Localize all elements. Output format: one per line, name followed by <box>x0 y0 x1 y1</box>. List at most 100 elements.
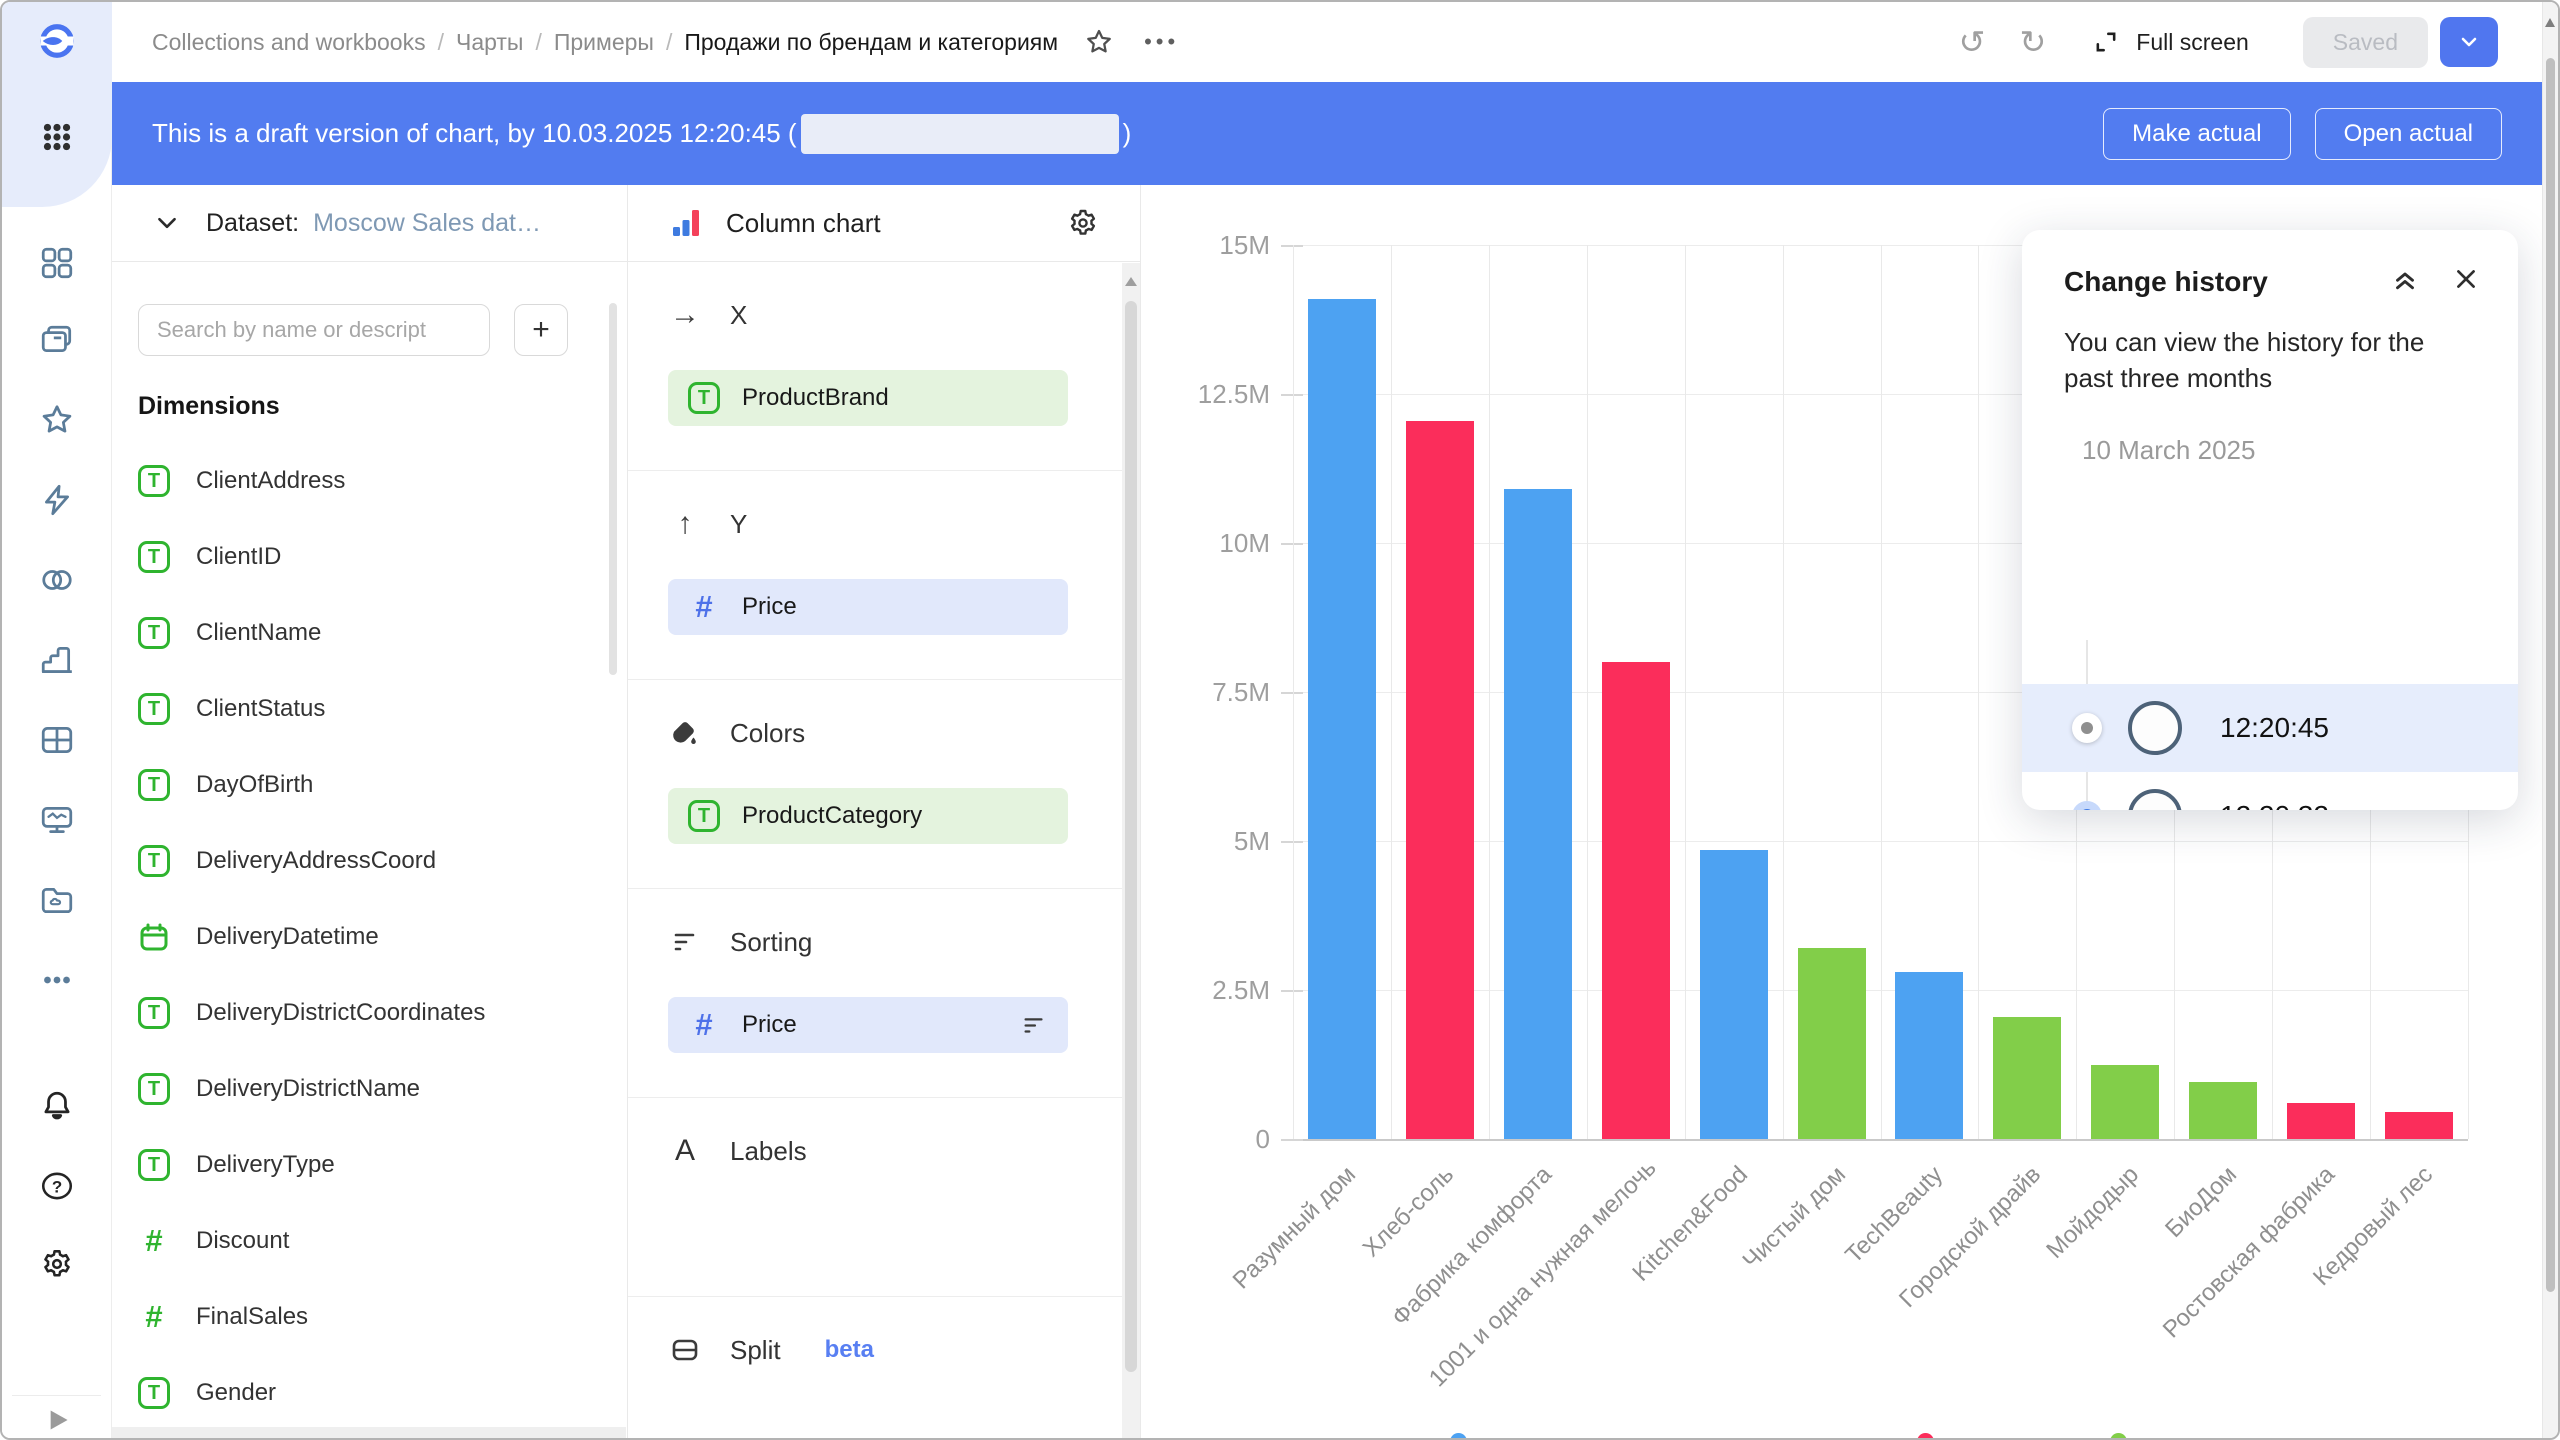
sort-direction-icon[interactable] <box>1020 1011 1048 1039</box>
bar[interactable] <box>1798 948 1866 1139</box>
redo-icon[interactable]: ↻ <box>2019 26 2046 58</box>
open-actual-button[interactable]: Open actual <box>2315 108 2502 160</box>
chart-type-label[interactable]: Column chart <box>726 208 881 239</box>
storage-icon[interactable] <box>38 881 76 919</box>
column-chart-icon <box>668 205 704 241</box>
field-name: DeliveryDatetime <box>196 923 379 951</box>
help-icon[interactable]: ? <box>38 1167 76 1205</box>
config-panel-scrollbar[interactable] <box>1122 263 1140 1438</box>
timeline-dot-selected <box>2072 801 2102 810</box>
bar[interactable] <box>2091 1065 2159 1140</box>
dataset-field-item[interactable]: TDeliveryType <box>112 1127 627 1203</box>
tables-icon[interactable] <box>38 721 76 759</box>
more-icon[interactable] <box>38 961 76 999</box>
dataset-field-item[interactable]: TClientStatus <box>112 671 627 747</box>
add-field-button[interactable]: + <box>514 304 568 356</box>
field-name: ClientID <box>196 543 281 571</box>
expand-rail-icon[interactable] <box>38 1401 76 1439</box>
save-button[interactable]: Saved <box>2303 17 2428 68</box>
x-axis-arrow-icon: → <box>668 298 702 332</box>
scroll-thumb[interactable] <box>2546 58 2555 1292</box>
chevron-down-icon <box>2457 30 2481 54</box>
make-actual-button[interactable]: Make actual <box>2103 108 2290 160</box>
bar[interactable] <box>1406 421 1474 1139</box>
history-item[interactable]: 12:20:32 <box>2022 772 2518 810</box>
scroll-up-arrow[interactable] <box>1125 277 1137 286</box>
bar[interactable] <box>1602 662 1670 1139</box>
scroll-thumb[interactable] <box>1125 301 1137 1372</box>
bar[interactable] <box>1308 299 1376 1139</box>
popup-title: Change history <box>2064 266 2268 298</box>
field-name: DeliveryDistrictCoordinates <box>196 999 485 1027</box>
settings-icon[interactable] <box>38 1245 76 1283</box>
relations-icon[interactable] <box>38 561 76 599</box>
y-axis-tick-mark <box>1281 1139 1303 1141</box>
field-search-input[interactable] <box>138 304 490 356</box>
monitoring-icon[interactable] <box>38 801 76 839</box>
dataset-field-item[interactable]: #FinalSales <box>112 1279 627 1355</box>
page-scrollbar[interactable] <box>2542 2 2558 1438</box>
x-field-chip[interactable]: T ProductBrand <box>668 370 1068 426</box>
colors-field-chip[interactable]: T ProductCategory <box>668 788 1068 844</box>
bar[interactable] <box>1504 489 1572 1139</box>
legend-dot[interactable] <box>1450 1433 1467 1438</box>
legend-dot[interactable] <box>1917 1433 1934 1438</box>
y-section-label: Y <box>730 509 747 540</box>
notifications-icon[interactable] <box>38 1087 76 1125</box>
save-dropdown-button[interactable] <box>2440 17 2498 67</box>
collapse-icon[interactable] <box>2390 264 2420 299</box>
dataset-field-item[interactable]: TClientAddress <box>112 443 627 519</box>
breadcrumb-item[interactable]: Примеры <box>554 29 654 56</box>
favorites-icon[interactable] <box>38 401 76 439</box>
bar[interactable] <box>1993 1017 2061 1139</box>
draft-banner-text: This is a draft version of chart, by 10.… <box>152 114 1131 154</box>
legend-dot[interactable] <box>2110 1433 2127 1438</box>
y-field-chip[interactable]: # Price <box>668 579 1068 635</box>
history-time: 12:20:45 <box>2220 712 2329 744</box>
dataset-field-item[interactable]: DeliveryDatetime <box>112 899 627 975</box>
bar[interactable] <box>2189 1082 2257 1139</box>
collections-icon[interactable] <box>38 321 76 359</box>
string-field-icon: T <box>138 1377 170 1409</box>
dataset-header[interactable]: Dataset: Moscow Sales dat… <box>112 185 627 262</box>
bar[interactable] <box>2287 1103 2355 1139</box>
breadcrumb-item[interactable]: Чарты <box>456 29 523 56</box>
dataset-field-item[interactable]: #Discount <box>112 1203 627 1279</box>
bar[interactable] <box>1895 972 1963 1139</box>
x-section: →X T ProductBrand <box>628 262 1140 426</box>
dashboards-icon[interactable] <box>38 244 76 282</box>
chart-config-panel: Column chart →X T ProductBrand ↑Y # Pric… <box>628 185 1141 1438</box>
dataset-panel-hscrollbar[interactable] <box>112 1427 626 1438</box>
dataset-panel-scrollbar[interactable] <box>609 303 617 675</box>
bar[interactable] <box>2385 1112 2453 1139</box>
number-field-icon: # <box>138 1223 170 1259</box>
dataset-field-item[interactable]: TClientID <box>112 519 627 595</box>
y-axis-tick-mark <box>1281 841 1303 843</box>
sorting-field-chip[interactable]: # Price <box>668 997 1068 1053</box>
bar[interactable] <box>1700 850 1768 1139</box>
editor-icon[interactable] <box>38 481 76 519</box>
charts-icon[interactable] <box>38 641 76 679</box>
dataset-field-item[interactable]: TDeliveryDistrictName <box>112 1051 627 1127</box>
breadcrumb-item[interactable]: Collections and workbooks <box>152 29 426 56</box>
dataset-name-link[interactable]: Moscow Sales dat… <box>313 209 541 238</box>
datalens-logo[interactable] <box>38 22 76 60</box>
dataset-field-item[interactable]: TGender <box>112 1355 627 1431</box>
chart-settings-gear-icon[interactable] <box>1066 206 1100 240</box>
dataset-field-item[interactable]: TDeliveryAddressCoord <box>112 823 627 899</box>
y-axis-tick-label: 5M <box>1142 826 1270 857</box>
close-icon[interactable] <box>2452 265 2480 298</box>
history-item[interactable]: 12:20:45 <box>2022 684 2518 772</box>
dataset-field-item[interactable]: TDayOfBirth <box>112 747 627 823</box>
full-screen-button[interactable]: Full screen <box>2092 28 2248 56</box>
popup-subtitle: You can view the history for the past th… <box>2022 299 2518 397</box>
sort-icon <box>668 927 702 957</box>
apps-menu-icon[interactable] <box>38 118 76 156</box>
scroll-up-arrow[interactable] <box>2545 18 2555 27</box>
dataset-field-item[interactable]: TDeliveryDistrictCoordinates <box>112 975 627 1051</box>
more-actions-icon[interactable]: ••• <box>1144 29 1179 55</box>
rail-divider <box>12 1395 101 1396</box>
undo-icon[interactable]: ↺ <box>1959 26 1986 58</box>
dataset-field-item[interactable]: TClientName <box>112 595 627 671</box>
favorite-star-icon[interactable] <box>1084 27 1114 57</box>
